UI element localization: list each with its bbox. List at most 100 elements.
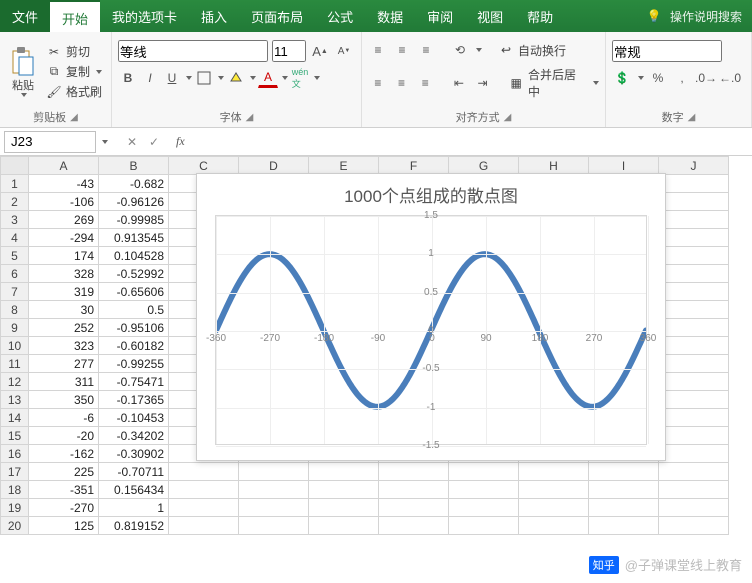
cell[interactable] [589,499,659,517]
cell[interactable]: 0.156434 [99,481,169,499]
cell[interactable] [659,499,729,517]
cell[interactable] [589,463,659,481]
font-name-select[interactable] [118,40,268,62]
embedded-chart[interactable]: 1000个点组成的散点图 -360-270-180-90090180270360… [196,173,666,461]
row-header[interactable]: 2 [1,193,29,211]
cell[interactable] [449,463,519,481]
cell[interactable] [379,463,449,481]
cell[interactable]: -0.95106 [99,319,169,337]
cell[interactable] [309,481,379,499]
percent-button[interactable]: % [648,68,668,88]
col-header-F[interactable]: F [379,157,449,175]
worksheet[interactable]: ABCDEFGHIJ 1-43-0.6822-106-0.961263269-0… [0,156,752,580]
tab-help[interactable]: 帮助 [515,0,565,32]
decrease-decimal-button[interactable]: ←.0 [720,68,740,88]
row-header[interactable]: 3 [1,211,29,229]
cell[interactable] [449,499,519,517]
row-header[interactable]: 9 [1,319,29,337]
cell[interactable]: 1 [99,499,169,517]
tab-home[interactable]: 开始 [50,0,100,32]
cell[interactable]: -0.34202 [99,427,169,445]
row-header[interactable]: 19 [1,499,29,517]
cell[interactable] [659,445,729,463]
cell[interactable]: 30 [29,301,99,319]
cell[interactable]: -43 [29,175,99,193]
cell[interactable] [239,517,309,535]
wrap-text-button[interactable]: 自动换行 [518,42,566,59]
cell[interactable]: -0.682 [99,175,169,193]
font-color-button[interactable]: A [258,68,278,88]
clipboard-expand[interactable]: ◢ [70,112,78,123]
col-header-E[interactable]: E [309,157,379,175]
cell[interactable]: 328 [29,265,99,283]
cell[interactable]: 350 [29,391,99,409]
col-header-H[interactable]: H [519,157,589,175]
tab-view[interactable]: 视图 [465,0,515,32]
cell[interactable] [659,391,729,409]
copy-button[interactable]: ⧉复制 [46,63,102,80]
cell[interactable] [309,499,379,517]
number-expand[interactable]: ◢ [688,112,696,123]
col-header-G[interactable]: G [449,157,519,175]
comma-button[interactable]: , [672,68,692,88]
cell[interactable] [659,247,729,265]
cell[interactable]: 0.104528 [99,247,169,265]
cell[interactable] [659,211,729,229]
col-header-I[interactable]: I [589,157,659,175]
cell[interactable] [659,409,729,427]
cell[interactable] [519,499,589,517]
name-box[interactable] [4,131,96,153]
tab-formulas[interactable]: 公式 [315,0,365,32]
increase-decimal-button[interactable]: .0→ [696,68,716,88]
row-header[interactable]: 17 [1,463,29,481]
italic-button[interactable]: I [140,68,160,88]
tab-insert[interactable]: 插入 [189,0,239,32]
cell[interactable] [379,517,449,535]
row-header[interactable]: 20 [1,517,29,535]
cell[interactable]: 252 [29,319,99,337]
cell[interactable] [659,427,729,445]
col-header-J[interactable]: J [659,157,729,175]
row-header[interactable]: 11 [1,355,29,373]
cell[interactable] [169,499,239,517]
cell[interactable]: 0.5 [99,301,169,319]
cell[interactable]: -106 [29,193,99,211]
cell[interactable]: -0.96126 [99,193,169,211]
confirm-formula-button[interactable]: ✓ [144,135,164,149]
formula-input[interactable] [189,131,752,153]
font-size-select[interactable] [272,40,306,62]
cell[interactable] [239,499,309,517]
cell[interactable] [659,481,729,499]
align-center-button[interactable]: ≡ [392,73,412,93]
cell[interactable]: -0.17365 [99,391,169,409]
paste-button[interactable]: 粘贴 [6,45,40,99]
cell[interactable]: 0.819152 [99,517,169,535]
align-right-button[interactable]: ≡ [415,73,435,93]
cell[interactable] [169,517,239,535]
fill-color-button[interactable] [226,68,246,88]
row-header[interactable]: 13 [1,391,29,409]
cell[interactable]: 319 [29,283,99,301]
cell[interactable] [169,463,239,481]
cell[interactable]: 323 [29,337,99,355]
row-header[interactable]: 1 [1,175,29,193]
cell[interactable]: 311 [29,373,99,391]
alignment-expand[interactable]: ◢ [504,112,512,123]
cell[interactable] [659,193,729,211]
cell[interactable]: 277 [29,355,99,373]
cell[interactable]: -0.10453 [99,409,169,427]
cell[interactable]: -0.65606 [99,283,169,301]
indent-decrease-button[interactable]: ⇤ [449,73,469,93]
tab-data[interactable]: 数据 [365,0,415,32]
cell[interactable] [659,373,729,391]
bold-button[interactable]: B [118,68,138,88]
cell[interactable]: 0.913545 [99,229,169,247]
align-bottom-button[interactable]: ≡ [416,40,436,60]
cell[interactable]: -0.30902 [99,445,169,463]
row-header[interactable]: 5 [1,247,29,265]
merge-center-button[interactable]: 合并后居中 [528,66,587,100]
tab-my[interactable]: 我的选项卡 [100,0,189,32]
cell[interactable] [659,283,729,301]
col-header-A[interactable]: A [29,157,99,175]
align-middle-button[interactable]: ≡ [392,40,412,60]
